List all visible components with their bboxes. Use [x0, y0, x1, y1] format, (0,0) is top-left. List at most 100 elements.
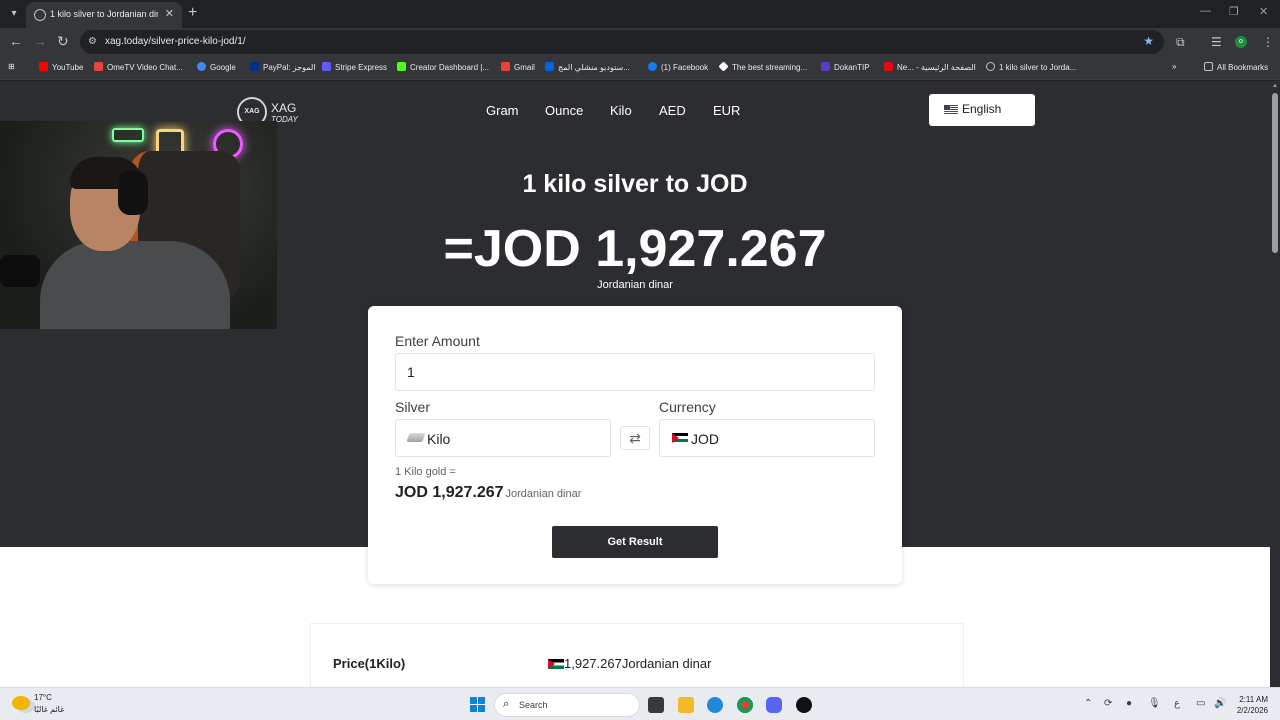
- dokantip-icon: [821, 62, 830, 71]
- address-bar[interactable]: ⚙ xag.today/silver-price-kilo-jod/1/ ★: [80, 30, 1164, 54]
- result-block: JOD 1,927.267 Jordanian dinar: [395, 484, 581, 502]
- profile-avatar[interactable]: o: [1235, 36, 1247, 48]
- table-row-value-cell: 1,927.267Jordanian dinar: [548, 656, 711, 671]
- monitor-icon[interactable]: ▭: [1196, 698, 1205, 709]
- language-selector[interactable]: English: [929, 94, 1035, 126]
- tray-overflow-icon[interactable]: ⌃: [1084, 698, 1092, 709]
- restore-icon[interactable]: ❐: [1229, 5, 1239, 18]
- system-clock[interactable]: 2:11 AM 2/2/2026: [1234, 694, 1268, 716]
- nav-kilo[interactable]: Kilo: [610, 103, 632, 118]
- obs-icon[interactable]: [796, 697, 812, 713]
- back-icon[interactable]: ←: [9, 33, 23, 49]
- nav-gram[interactable]: Gram: [486, 103, 519, 118]
- chrome-icon[interactable]: [737, 697, 753, 713]
- all-bookmarks[interactable]: All Bookmarks: [1204, 62, 1268, 72]
- webcam-overlay: [0, 121, 277, 329]
- edge-icon[interactable]: [707, 697, 723, 713]
- scrollbar-thumb[interactable]: [1272, 93, 1278, 253]
- ometv-icon: [94, 62, 103, 71]
- mic-tray-icon[interactable]: 🎙: [1148, 698, 1161, 709]
- silver-unit-select[interactable]: Kilo: [395, 419, 611, 457]
- start-icon[interactable]: [470, 697, 485, 712]
- bookmark-xag[interactable]: 1 kilo silver to Jorda...: [986, 62, 1076, 72]
- minimize-icon[interactable]: —: [1200, 5, 1211, 17]
- currency-select[interactable]: JOD: [659, 419, 875, 457]
- close-tab-icon[interactable]: ✕: [165, 7, 174, 20]
- windows-taskbar: 17°C غائم غالبًا ⌕ Search ⌃ ⟳ ● 🎙 ع ▭ 🔊 …: [0, 687, 1280, 720]
- bookmark-paypal[interactable]: PayPal: الموجز: [250, 62, 316, 72]
- task-view-icon[interactable]: [648, 697, 664, 713]
- clock-date: 2/2/2026: [1236, 706, 1268, 715]
- google-icon: [197, 62, 206, 71]
- extensions-icon[interactable]: ⧉: [1176, 35, 1185, 50]
- result-label: 1 Kilo gold =: [395, 466, 456, 478]
- nav-aed[interactable]: AED: [659, 103, 686, 118]
- bookmarks-bar: ⊞ YouTube OmeTV Video Chat... Google Pay…: [0, 56, 1280, 80]
- apps-grid-icon[interactable]: ⊞: [8, 62, 15, 71]
- get-result-button[interactable]: Get Result: [552, 526, 718, 558]
- forward-icon[interactable]: →: [33, 33, 47, 49]
- result-unit: Jordanian dinar: [505, 488, 582, 500]
- browser-tab-active[interactable]: 1 kilo silver to Jordanian dinar ✕: [26, 2, 182, 28]
- bookmark-youtube[interactable]: YouTube: [39, 62, 83, 72]
- input-language[interactable]: ع: [1174, 698, 1180, 709]
- bookmark-dokantip[interactable]: DokanTIP: [821, 62, 870, 72]
- globe-icon: [986, 62, 995, 71]
- bookmark-star-icon[interactable]: ★: [1143, 34, 1154, 48]
- discord-icon[interactable]: [766, 697, 782, 713]
- silver-label: Silver: [395, 399, 431, 415]
- new-tab-icon[interactable]: +: [188, 4, 197, 22]
- us-flag-icon: [944, 105, 958, 114]
- site-info-icon[interactable]: ⚙: [88, 36, 97, 47]
- amount-input[interactable]: [395, 353, 875, 391]
- tab-search-icon[interactable]: ▾: [5, 5, 23, 23]
- scroll-up-icon[interactable]: ▲: [1272, 83, 1278, 89]
- bookmark-netflix[interactable]: Ne... - الصفحة الرئيسية: [884, 62, 976, 72]
- tab-title: 1 kilo silver to Jordanian dinar: [50, 9, 158, 19]
- gmail-icon: [501, 62, 510, 71]
- logo-name: XAG: [271, 101, 297, 115]
- swap-icon[interactable]: ⇄: [620, 426, 650, 450]
- currency-value: JOD: [691, 431, 719, 447]
- bookmark-gmail[interactable]: Gmail: [501, 62, 535, 72]
- bookmark-streaming[interactable]: The best streaming...: [718, 61, 807, 72]
- language-label: English: [962, 102, 1002, 116]
- weather-description: غائم غالبًا: [34, 705, 65, 714]
- bookmark-creator-dashboard[interactable]: Creator Dashboard |...: [397, 62, 489, 72]
- reload-icon[interactable]: ↻: [57, 33, 69, 50]
- weather-icon[interactable]: [12, 696, 30, 710]
- streamer-body: [40, 241, 230, 329]
- page-scrollbar[interactable]: ▲: [1270, 81, 1280, 687]
- paypal-icon: [250, 62, 259, 71]
- neon-sign-green: [112, 128, 144, 142]
- table-row-value: 1,927.267Jordanian dinar: [564, 656, 712, 671]
- file-explorer-icon[interactable]: [678, 697, 694, 713]
- more-bookmarks-icon[interactable]: »: [1172, 62, 1176, 71]
- taskbar-search[interactable]: ⌕ Search: [494, 693, 640, 717]
- menu-icon[interactable]: ⋮: [1262, 35, 1274, 49]
- converter-card: Enter Amount Silver Kilo ⇄ Currency JOD …: [368, 306, 902, 584]
- bookmark-studio[interactable]: ستوديو منشلي المج...: [545, 62, 630, 72]
- volume-icon[interactable]: 🔊: [1214, 698, 1226, 709]
- bookmark-ometv[interactable]: OmeTV Video Chat...: [94, 62, 183, 72]
- currency-label: Currency: [659, 399, 716, 415]
- headset-icon: [118, 171, 148, 215]
- diamond-icon: [718, 61, 729, 72]
- weather-temperature: 17°C: [34, 693, 52, 702]
- nav-eur[interactable]: EUR: [713, 103, 740, 118]
- status-dot-icon[interactable]: ●: [1126, 698, 1132, 709]
- nav-ounce[interactable]: Ounce: [545, 103, 583, 118]
- bookmark-google[interactable]: Google: [197, 62, 236, 72]
- bookmark-facebook[interactable]: (1) Facebook: [648, 62, 708, 72]
- jordan-flag-icon: [672, 433, 688, 443]
- reading-list-icon[interactable]: ☰: [1211, 35, 1222, 49]
- sync-icon[interactable]: ⟳: [1104, 698, 1112, 709]
- netflix-icon: [884, 62, 893, 71]
- stripe-icon: [322, 62, 331, 71]
- bookmark-stripe[interactable]: Stripe Express: [322, 62, 387, 72]
- microphone-icon: [0, 255, 40, 287]
- close-window-icon[interactable]: ✕: [1259, 5, 1268, 18]
- url-text: xag.today/silver-price-kilo-jod/1/: [105, 36, 246, 47]
- meta-icon: [545, 62, 554, 71]
- youtube-icon: [39, 62, 48, 71]
